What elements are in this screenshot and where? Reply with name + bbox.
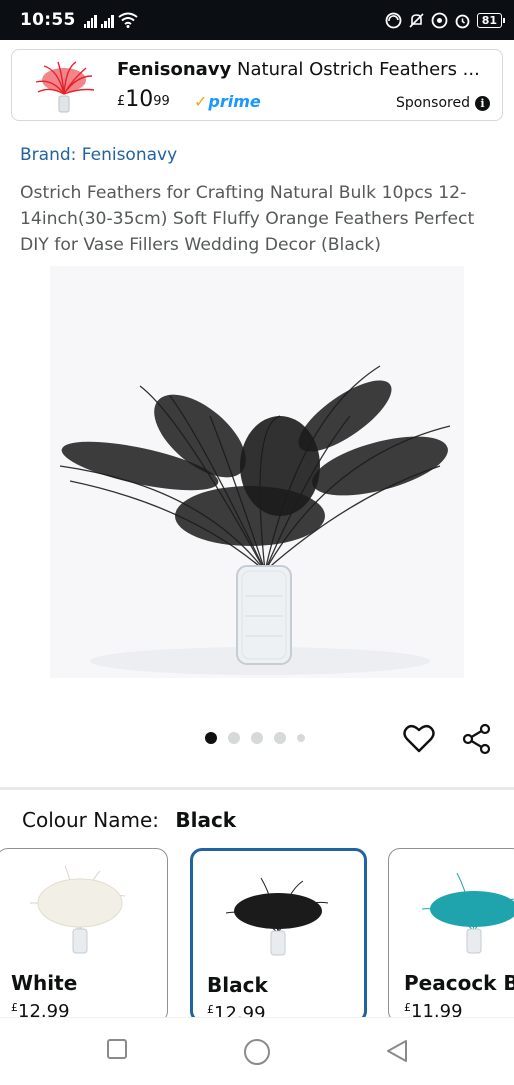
share-button[interactable] xyxy=(459,721,495,757)
status-time: 10:55 xyxy=(20,10,76,30)
swatch-image xyxy=(421,872,514,954)
product-image[interactable] xyxy=(50,266,464,678)
system-nav-bar xyxy=(0,1017,514,1085)
swatch-name: Black xyxy=(207,973,268,997)
info-icon[interactable]: i xyxy=(475,95,490,111)
colour-swatch-black[interactable]: Black £12.99 xyxy=(190,848,367,1023)
recents-icon[interactable] xyxy=(106,1038,128,1060)
wifi-icon xyxy=(118,12,138,28)
data-icon xyxy=(431,12,448,28)
wishlist-button[interactable] xyxy=(401,721,437,757)
brand-link[interactable]: Brand: Fenisonavy xyxy=(20,145,177,165)
sponsored-brand: Fenisonavy xyxy=(117,59,232,80)
status-right-icons: 81 xyxy=(385,12,506,29)
alarm-icon xyxy=(455,14,470,28)
sponsored-title-text: Natural Ostrich Feathers ... xyxy=(237,59,480,80)
swatch-image xyxy=(29,865,126,954)
battery-icon: 81 xyxy=(476,12,506,28)
price-fraction: 99 xyxy=(153,94,170,109)
prime-check-icon: ✓ xyxy=(194,92,208,111)
status-bar: 10:55 81 xyxy=(0,0,514,40)
carousel-dot[interactable] xyxy=(274,732,286,744)
share-icon xyxy=(462,723,491,755)
carousel-dot[interactable] xyxy=(205,732,217,744)
heart-icon xyxy=(403,724,435,753)
swatch-name: Peacock Bl xyxy=(404,971,514,995)
sponsored-label[interactable]: Sponsored i xyxy=(396,95,490,111)
colour-selector-header: Colour Name: Black xyxy=(22,808,236,832)
signal-icon xyxy=(100,15,114,28)
status-left-icons xyxy=(83,12,138,28)
sponsored-price: £1099 xyxy=(117,88,170,112)
product-title: Ostrich Feathers for Crafting Natural Bu… xyxy=(20,183,475,255)
sponsored-product-card[interactable]: Fenisonavy Natural Ostrich Feathers ... … xyxy=(11,49,503,121)
colour-selected-value: Black xyxy=(175,808,237,832)
carousel-dot[interactable] xyxy=(228,732,240,744)
swatch-name: White xyxy=(11,971,78,995)
prime-label: prime xyxy=(208,92,261,111)
carousel-dot[interactable] xyxy=(251,732,263,744)
price-whole: 10 xyxy=(125,87,154,112)
signal-icon xyxy=(83,15,97,28)
colour-label: Colour Name: xyxy=(22,808,159,832)
image-carousel-dots[interactable] xyxy=(205,732,305,744)
back-icon[interactable] xyxy=(384,1038,410,1064)
sponsored-text: Sponsored xyxy=(395,95,470,111)
price-currency: £ xyxy=(117,94,126,109)
sponsored-product-image xyxy=(35,61,95,113)
colour-swatch-white[interactable]: White £12.99 xyxy=(0,848,168,1023)
sponsored-product-title[interactable]: Fenisonavy Natural Ostrich Feathers ... xyxy=(117,59,497,80)
section-divider xyxy=(0,787,514,790)
colour-swatch-peacock[interactable]: Peacock Bl £11.99 xyxy=(388,848,514,1023)
mute-icon xyxy=(409,12,424,28)
home-icon[interactable] xyxy=(243,1038,271,1066)
sync-icon xyxy=(385,12,402,28)
prime-badge: ✓prime xyxy=(194,92,261,111)
swatch-image xyxy=(225,877,329,956)
carousel-dot[interactable] xyxy=(297,734,305,742)
